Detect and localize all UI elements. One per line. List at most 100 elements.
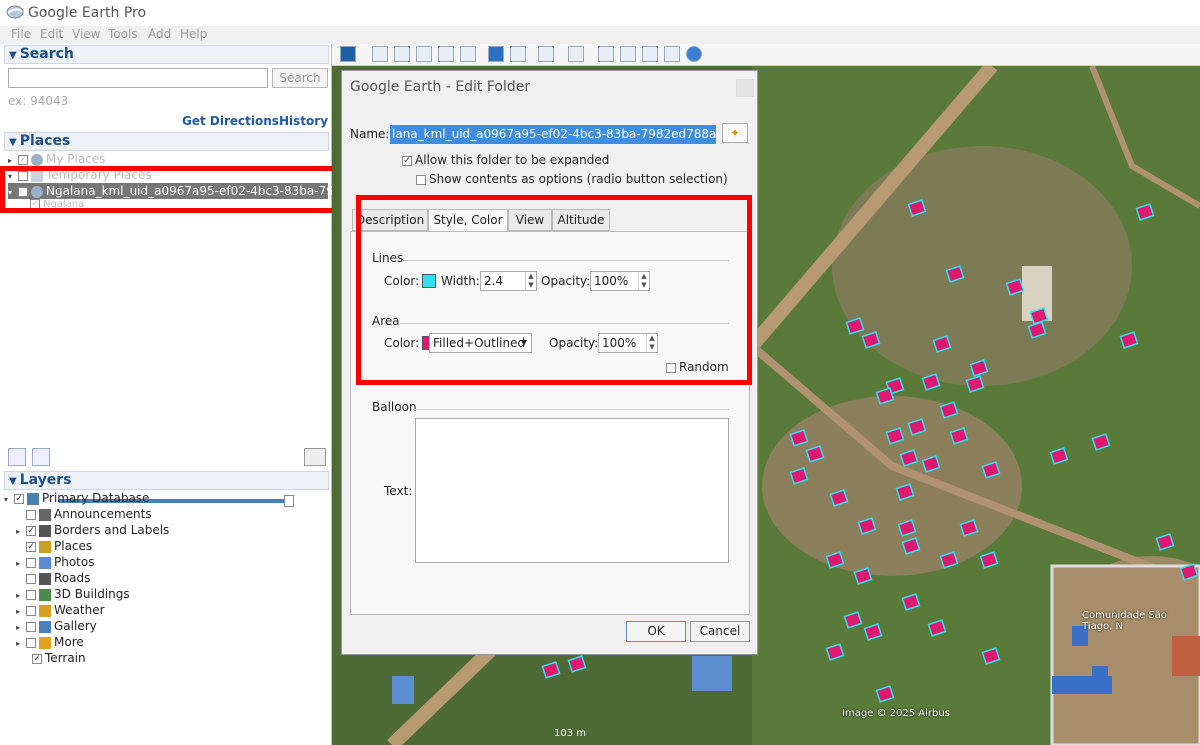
building-polygon[interactable] <box>901 537 921 555</box>
layer-item[interactable]: ▸ ✓ Borders and Labels <box>4 522 324 538</box>
layer-item[interactable]: Roads <box>4 570 324 586</box>
building-polygon[interactable] <box>939 551 959 569</box>
building-polygon[interactable] <box>861 331 881 349</box>
building-polygon[interactable] <box>897 519 917 537</box>
tree-item-my-places[interactable]: ▸ ✓ My Places <box>8 151 105 167</box>
building-polygon[interactable] <box>949 427 969 445</box>
building-polygon[interactable] <box>789 429 809 447</box>
building-polygon[interactable] <box>899 449 919 467</box>
building-polygon[interactable] <box>567 655 587 673</box>
layer-item[interactable]: Announcements <box>4 506 324 522</box>
building-polygon[interactable] <box>875 685 895 703</box>
building-polygon[interactable] <box>965 375 985 393</box>
layer-item[interactable]: ▸ More <box>4 634 324 650</box>
search-places-icon[interactable] <box>8 448 26 466</box>
menu-file[interactable]: File <box>11 27 31 41</box>
history-link[interactable]: History <box>279 114 328 128</box>
checkbox[interactable] <box>26 589 36 600</box>
building-polygon[interactable] <box>875 387 895 405</box>
building-polygon[interactable] <box>789 467 809 485</box>
building-polygon[interactable] <box>1091 433 1111 451</box>
allow-expand-option[interactable]: ✓ Allow this folder to be expanded <box>402 153 609 167</box>
historical-imagery-icon[interactable] <box>488 46 504 62</box>
checkbox[interactable] <box>26 605 36 616</box>
checkbox[interactable] <box>26 573 36 584</box>
earth-icon[interactable] <box>686 46 702 62</box>
menu-edit[interactable]: Edit <box>40 27 63 41</box>
checkbox[interactable] <box>26 621 36 632</box>
balloon-text-area[interactable] <box>415 418 729 563</box>
checkbox[interactable]: ✓ <box>26 541 36 552</box>
layer-item[interactable]: ▾ ✓ Primary Database <box>4 490 324 506</box>
menu-view[interactable]: View <box>72 27 100 41</box>
building-polygon[interactable] <box>945 265 965 283</box>
building-polygon[interactable] <box>1155 533 1175 551</box>
path-icon[interactable] <box>416 46 432 62</box>
checkbox[interactable] <box>26 557 36 568</box>
building-polygon[interactable] <box>979 551 999 569</box>
places-panel-header[interactable]: ▼ Places <box>4 132 329 151</box>
building-polygon[interactable] <box>932 335 952 353</box>
building-polygon[interactable] <box>825 643 845 661</box>
toggle-panel-icon[interactable] <box>32 448 50 466</box>
menu-add[interactable]: Add <box>148 27 171 41</box>
layer-item[interactable]: ✓ Places <box>4 538 324 554</box>
building-polygon[interactable] <box>1027 321 1047 339</box>
close-icon[interactable] <box>736 79 754 97</box>
building-polygon[interactable] <box>1049 447 1069 465</box>
building-polygon[interactable] <box>921 455 941 473</box>
layer-item[interactable]: ▸ Gallery <box>4 618 324 634</box>
ok-button[interactable]: OK <box>626 621 686 642</box>
building-polygon[interactable] <box>969 359 989 377</box>
checkbox[interactable]: ✓ <box>32 653 42 664</box>
building-polygon[interactable] <box>541 661 561 679</box>
sidebar-toggle-icon[interactable] <box>340 46 356 62</box>
building-polygon[interactable] <box>857 517 877 535</box>
print-icon[interactable] <box>620 46 636 62</box>
building-polygon[interactable] <box>825 551 845 569</box>
checkbox[interactable]: ✓ <box>402 155 412 166</box>
layer-item[interactable]: ✓ Terrain <box>4 650 324 666</box>
save-image-icon[interactable] <box>642 46 658 62</box>
building-polygon[interactable] <box>907 418 927 436</box>
pushpin-icon[interactable]: ✦ <box>722 123 748 143</box>
search-button[interactable]: Search <box>272 68 328 88</box>
building-polygon[interactable] <box>1179 563 1199 581</box>
sunlight-icon[interactable] <box>510 46 526 62</box>
layers-panel-header[interactable]: ▼ Layers <box>4 471 329 490</box>
building-polygon[interactable] <box>853 567 873 585</box>
cancel-button[interactable]: Cancel <box>690 621 750 642</box>
expand-arrow-icon[interactable]: ▾ <box>4 492 14 508</box>
building-polygon[interactable] <box>927 619 947 637</box>
menu-help[interactable]: Help <box>180 27 207 41</box>
get-directions-link[interactable]: Get Directions <box>182 114 279 128</box>
building-polygon[interactable] <box>805 445 825 463</box>
building-polygon[interactable] <box>895 483 915 501</box>
email-icon[interactable] <box>598 46 614 62</box>
checkbox[interactable] <box>416 174 426 185</box>
image-overlay-icon[interactable] <box>438 46 454 62</box>
building-polygon[interactable] <box>1135 203 1155 221</box>
layer-item[interactable]: ▸ Photos <box>4 554 324 570</box>
view-in-maps-icon[interactable] <box>664 46 680 62</box>
building-polygon[interactable] <box>921 373 941 391</box>
menu-tools[interactable]: Tools <box>108 27 138 41</box>
checkbox[interactable]: ✓ <box>14 493 24 504</box>
search-input[interactable] <box>8 68 268 88</box>
checkbox[interactable]: ✓ <box>26 525 36 536</box>
planets-icon[interactable] <box>538 46 554 62</box>
search-panel-header[interactable]: ▼ Search <box>4 45 329 64</box>
show-contents-option[interactable]: Show contents as options (radio button s… <box>416 172 728 186</box>
building-polygon[interactable] <box>829 489 849 507</box>
record-tour-icon[interactable] <box>460 46 476 62</box>
add-folder-icon[interactable] <box>304 448 326 466</box>
building-polygon[interactable] <box>901 593 921 611</box>
building-polygon[interactable] <box>959 519 979 537</box>
building-polygon[interactable] <box>885 427 905 445</box>
building-polygon[interactable] <box>981 461 1001 479</box>
building-polygon[interactable] <box>939 401 959 419</box>
building-polygon[interactable] <box>1119 331 1139 349</box>
checkbox[interactable] <box>26 509 36 520</box>
building-polygon[interactable] <box>981 647 1001 665</box>
building-polygon[interactable] <box>863 623 883 641</box>
